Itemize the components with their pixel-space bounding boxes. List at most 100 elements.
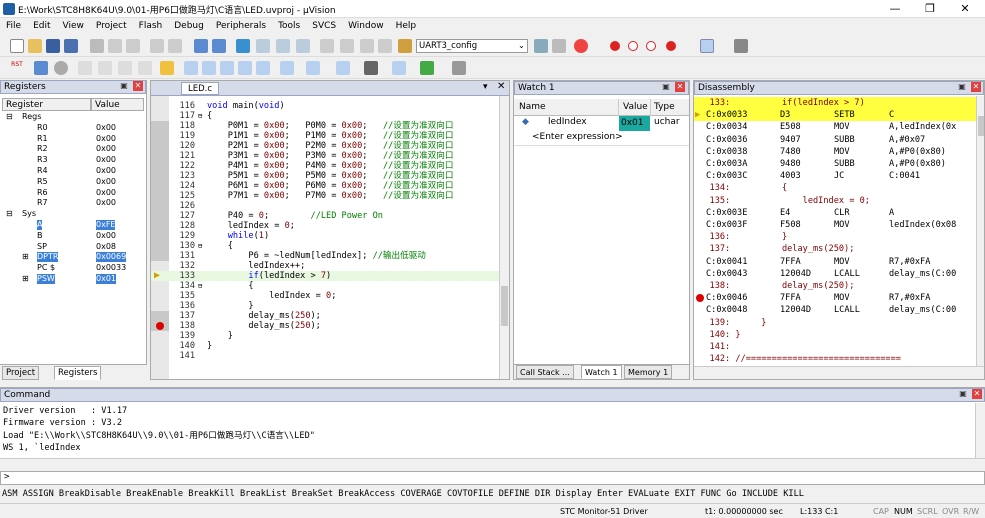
editor-scroll-thumb[interactable] bbox=[501, 286, 508, 326]
code-area[interactable]: 116 void main(void) 117 ⊟{118 P0M1 = 0x00; … bbox=[151, 101, 499, 373]
column-header-register[interactable]: Register bbox=[2, 98, 91, 111]
disasm-source-line[interactable]: 142: //============================== bbox=[694, 353, 976, 365]
disasm-instruction-line[interactable]: C:0x0046 7FFA MOV R7,#0xFA bbox=[694, 292, 976, 304]
register-value[interactable]: 0x00 bbox=[96, 155, 116, 165]
show-next-statement-icon[interactable] bbox=[160, 61, 174, 75]
watch-row[interactable]: ◆ ledIndex 0x01 uchar bbox=[514, 116, 689, 131]
watch-col-type[interactable]: Type bbox=[654, 102, 675, 112]
save-all-icon[interactable] bbox=[64, 39, 78, 53]
code-line[interactable]: 138 delay_ms(250); bbox=[151, 321, 499, 331]
command-input[interactable]: > bbox=[0, 471, 985, 485]
register-value[interactable]: 0x0033 bbox=[96, 263, 126, 273]
breakpoint-icon[interactable] bbox=[696, 294, 704, 303]
code-line[interactable]: 118 P0M1 = 0x00; P0M0 = 0x00; //设置为准双向口 bbox=[151, 121, 499, 131]
code-line[interactable]: 119 P1M1 = 0x00; P1M0 = 0x00; //设置为准双向口 bbox=[151, 131, 499, 141]
symbols-window-icon[interactable] bbox=[220, 61, 234, 75]
disasm-instruction-line[interactable]: C:0x0043 12004D LCALL delay_ms(C:00 bbox=[694, 268, 976, 280]
disasm-hscrollbar[interactable] bbox=[694, 366, 984, 379]
stop-icon[interactable] bbox=[54, 61, 68, 75]
register-row[interactable]: R3 0x00 bbox=[0, 155, 146, 165]
code-line[interactable]: 122 P4M1 = 0x00; P4M0 = 0x00; //设置为准双向口 bbox=[151, 161, 499, 171]
indent-icon[interactable] bbox=[320, 39, 334, 53]
system-viewer-icon[interactable] bbox=[420, 61, 434, 75]
menu-window[interactable]: Window bbox=[342, 18, 390, 35]
watch-close-icon[interactable]: ✕ bbox=[675, 82, 685, 92]
bookmark-clear-icon[interactable] bbox=[296, 39, 310, 53]
menu-file[interactable]: File bbox=[0, 18, 27, 35]
bookmark-icon[interactable] bbox=[236, 39, 250, 53]
disasm-close-icon[interactable]: ✕ bbox=[971, 82, 981, 92]
disasm-instruction-line[interactable]: C:0x0036 9407 SUBB A,#0x07 bbox=[694, 134, 976, 146]
close-button[interactable]: ✕ bbox=[950, 2, 980, 16]
disasm-source-line[interactable]: 136: } bbox=[694, 231, 976, 243]
disasm-source-line[interactable]: 134: { bbox=[694, 182, 976, 194]
kill-all-breakpoints-icon[interactable] bbox=[666, 41, 676, 51]
paste-icon[interactable] bbox=[126, 39, 140, 53]
register-value[interactable]: 0x00 bbox=[96, 177, 116, 187]
disassembly-window-icon[interactable] bbox=[202, 61, 216, 75]
code-line[interactable]: 125 P7M1 = 0x00; P7M0 = 0x00; //设置为准双向口 bbox=[151, 191, 499, 201]
cmd-close-icon[interactable]: ✕ bbox=[972, 389, 982, 399]
disasm-source-line[interactable]: 138: delay_ms(250); bbox=[694, 280, 976, 292]
cmd-pin-icon[interactable]: ▣ bbox=[958, 389, 968, 399]
tab-list-icon[interactable]: ▾ bbox=[483, 82, 488, 92]
watch-pin-icon[interactable]: ▣ bbox=[661, 82, 671, 92]
reset-button[interactable]: RST bbox=[8, 61, 26, 75]
cmd-scrollbar[interactable] bbox=[975, 403, 985, 458]
disasm-instruction-line[interactable]: C:0x003A 9480 SUBB A,#P0(0x80) bbox=[694, 158, 976, 170]
configure-icon[interactable] bbox=[734, 39, 748, 53]
analysis-window-icon[interactable] bbox=[364, 61, 378, 75]
collapse-icon[interactable]: ⊟ bbox=[6, 112, 13, 122]
command-window-icon[interactable] bbox=[184, 61, 198, 75]
disasm-source-line[interactable]: 133: if(ledIndex > 7) bbox=[694, 97, 976, 109]
code-line[interactable]: ▶ 133 if(ledIndex > 7) bbox=[151, 271, 499, 281]
code-line[interactable]: 134 ⊟ { bbox=[151, 281, 499, 291]
target-select[interactable]: UART3_config ⌄ bbox=[416, 39, 528, 53]
watch-var-value[interactable]: 0x01 bbox=[619, 116, 650, 131]
run-icon[interactable] bbox=[34, 61, 48, 75]
bookmark-prev-icon[interactable] bbox=[256, 39, 270, 53]
tab-memory[interactable]: Memory 1 bbox=[624, 365, 673, 379]
enter-expression[interactable]: <Enter expression> bbox=[532, 132, 623, 142]
cut-icon[interactable] bbox=[90, 39, 104, 53]
menu-peripherals[interactable]: Peripherals bbox=[210, 18, 272, 35]
code-line[interactable]: 127 P40 = 0; //LED Power On bbox=[151, 211, 499, 221]
register-value[interactable]: 0x08 bbox=[96, 242, 116, 252]
disasm-source-line[interactable]: 135: ledIndex = 0; bbox=[694, 195, 976, 207]
register-row[interactable]: R6 0x00 bbox=[0, 188, 146, 198]
disasm-scroll-thumb[interactable] bbox=[978, 116, 984, 136]
call-stack-window-icon[interactable] bbox=[256, 61, 270, 75]
column-header-value[interactable]: Value bbox=[91, 98, 144, 111]
watch-window-icon[interactable] bbox=[280, 61, 294, 75]
register-value[interactable]: 0x00 bbox=[96, 123, 116, 133]
save-icon[interactable] bbox=[46, 39, 60, 53]
register-row[interactable]: ⊞ DPTR 0x0069 bbox=[0, 252, 146, 263]
disasm-instruction-line[interactable]: C:0x003E E4 CLR A bbox=[694, 207, 976, 219]
menu-edit[interactable]: Edit bbox=[27, 18, 56, 35]
undo-icon[interactable] bbox=[150, 39, 164, 53]
code-line[interactable]: 120 P2M1 = 0x00; P2M0 = 0x00; //设置为准双向口 bbox=[151, 141, 499, 151]
code-line[interactable]: 141 bbox=[151, 351, 499, 361]
register-row[interactable]: ⊞ PSW 0x01 bbox=[0, 274, 146, 284]
code-line[interactable]: 126 bbox=[151, 201, 499, 211]
register-value[interactable]: 0x00 bbox=[96, 198, 116, 208]
fold-icon[interactable]: ⊟ bbox=[198, 241, 202, 251]
collapse-icon[interactable]: ⊟ bbox=[6, 209, 13, 219]
disasm-source-line[interactable]: 137: delay_ms(250); bbox=[694, 243, 976, 255]
serial-window-icon[interactable] bbox=[336, 61, 350, 75]
disasm-instruction-line[interactable]: C:0x003C 4003 JC C:0041 bbox=[694, 170, 976, 182]
tab-project[interactable]: Project bbox=[2, 366, 40, 380]
menu-view[interactable]: View bbox=[57, 18, 90, 35]
manage-components-icon[interactable] bbox=[552, 39, 566, 53]
menu-svcs[interactable]: SVCS bbox=[306, 18, 342, 35]
register-row[interactable]: R5 0x00 bbox=[0, 177, 146, 187]
disasm-instruction-line[interactable]: C:0x003F F508 MOV ledIndex(0x08 bbox=[694, 219, 976, 231]
register-row[interactable]: R1 0x00 bbox=[0, 134, 146, 144]
register-row[interactable]: B 0x00 bbox=[0, 231, 146, 241]
comment-icon[interactable] bbox=[360, 39, 374, 53]
register-row[interactable]: PC $ 0x0033 bbox=[0, 263, 146, 273]
menu-debug[interactable]: Debug bbox=[168, 18, 210, 35]
memory-window-icon[interactable] bbox=[306, 61, 320, 75]
options-icon[interactable] bbox=[534, 39, 548, 53]
disasm-source-line[interactable]: 141: bbox=[694, 341, 976, 353]
